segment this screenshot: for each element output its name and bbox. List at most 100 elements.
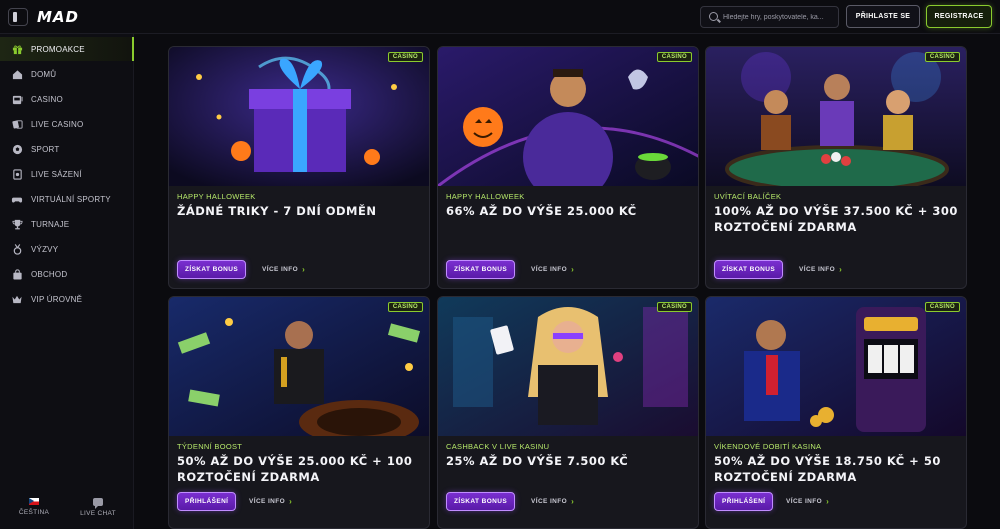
more-info-label: VÍCE INFO bbox=[531, 498, 568, 505]
language-selector[interactable]: ČEŠTINA bbox=[4, 498, 64, 516]
category-badge: CASINO bbox=[924, 52, 960, 62]
promo-subtitle: HAPPY HALLOWEEK bbox=[446, 192, 525, 201]
sidebar-item-label: LIVE SÁZENÍ bbox=[31, 169, 82, 179]
promo-image-roulette-man bbox=[169, 297, 429, 436]
shop-bag-icon bbox=[11, 268, 23, 280]
promo-subtitle: HAPPY HALLOWEEK bbox=[177, 192, 256, 201]
promo-image-slot-machine-man bbox=[706, 297, 966, 436]
sidebar-item-label: VIRTUÁLNÍ SPORTY bbox=[31, 194, 111, 204]
chevron-right-icon: › bbox=[839, 265, 843, 274]
promo-image-halloween-pumpkin bbox=[438, 47, 698, 186]
chevron-right-icon: › bbox=[302, 265, 306, 274]
promo-subtitle: TÝDENNÍ BOOST bbox=[177, 442, 243, 451]
sidebar-item-label: OBCHOD bbox=[31, 269, 68, 279]
sidebar-item-label: LIVE CASINO bbox=[31, 119, 84, 129]
more-info-label: VÍCE INFO bbox=[249, 498, 286, 505]
gamepad-icon bbox=[11, 194, 23, 205]
promo-title: 50% AŽ DO VÝŠE 25.000 KČ + 100 ROZTOČENÍ… bbox=[177, 454, 413, 484]
live-betting-icon bbox=[11, 168, 23, 180]
chevron-right-icon: › bbox=[571, 497, 575, 506]
sidebar-item-label: SPORT bbox=[31, 144, 60, 154]
more-info-label: VÍCE INFO bbox=[531, 266, 568, 273]
chevron-right-icon: › bbox=[571, 265, 575, 274]
home-icon bbox=[11, 69, 23, 80]
promo-card: CASINO UVÍTACÍ BALÍČEK 100% AŽ DO VÝŠE 3… bbox=[705, 46, 967, 289]
chevron-right-icon: › bbox=[289, 497, 293, 506]
more-info-link[interactable]: VÍCE INFO › bbox=[786, 492, 829, 511]
more-info-label: VÍCE INFO bbox=[262, 266, 299, 273]
sidebar-item-label: VIP ÚROVNĚ bbox=[31, 294, 83, 304]
sidebar-item-label: TURNAJE bbox=[31, 219, 70, 229]
sidebar-item-casino[interactable]: CASINO bbox=[0, 87, 134, 111]
sidebar-item-obchod[interactable]: OBCHOD bbox=[0, 262, 134, 286]
sidebar-toggle-icon[interactable] bbox=[8, 8, 28, 26]
search-box[interactable] bbox=[700, 6, 839, 28]
get-bonus-button[interactable]: ZÍSKAT BONUS bbox=[714, 260, 784, 279]
cards-icon bbox=[11, 119, 23, 130]
medal-icon bbox=[11, 243, 23, 255]
sidebar-item-label: VÝZVY bbox=[31, 244, 59, 254]
promo-card: CASINO CASHBACK V LIVE KASINU 25% AŽ DO … bbox=[437, 296, 699, 529]
promo-title: 66% AŽ DO VÝŠE 25.000 KČ bbox=[446, 204, 637, 218]
login-promo-button[interactable]: PŘIHLÁŠENÍ bbox=[177, 492, 237, 511]
sidebar: PROMOAKCE DOMŮ CASINO LIVE CASINO SPORT … bbox=[0, 34, 134, 529]
promo-card: CASINO HAPPY HALLOWEEK ŽÁDNÉ TRIKY - 7 D… bbox=[168, 46, 430, 289]
language-label: ČEŠTINA bbox=[18, 509, 50, 516]
soccer-ball-icon bbox=[11, 144, 23, 155]
top-bar: MAD PŘIHLASTE SE REGISTRACE bbox=[0, 0, 1000, 34]
promo-subtitle: CASHBACK V LIVE KASINU bbox=[446, 442, 550, 451]
crown-icon bbox=[11, 294, 23, 305]
promo-title: 100% AŽ DO VÝŠE 37.500 KČ + 300 ROZTOČEN… bbox=[714, 204, 958, 234]
get-bonus-button[interactable]: ZÍSKAT BONUS bbox=[446, 492, 516, 511]
login-promo-button[interactable]: PŘIHLÁŠENÍ bbox=[714, 492, 774, 511]
category-badge: CASINO bbox=[387, 52, 423, 62]
promo-card: CASINO HAPPY HALLOWEEK 66% AŽ DO VÝŠE 25… bbox=[437, 46, 699, 289]
promo-title: ŽÁDNÉ TRIKY - 7 DNÍ ODMĚN bbox=[177, 204, 377, 218]
more-info-link[interactable]: VÍCE INFO › bbox=[531, 260, 574, 279]
sidebar-item-vyzvy[interactable]: VÝZVY bbox=[0, 237, 134, 261]
search-input[interactable] bbox=[723, 10, 835, 25]
live-chat-label: LIVE CHAT bbox=[80, 510, 116, 517]
promo-image-live-casino-woman bbox=[438, 297, 698, 436]
more-info-label: VÍCE INFO bbox=[799, 266, 836, 273]
register-button[interactable]: REGISTRACE bbox=[926, 5, 992, 28]
sidebar-item-domu[interactable]: DOMŮ bbox=[0, 62, 134, 86]
sidebar-item-vip-urovne[interactable]: VIP ÚROVNĚ bbox=[0, 287, 134, 311]
promo-subtitle: UVÍTACÍ BALÍČEK bbox=[714, 192, 782, 201]
more-info-link[interactable]: VÍCE INFO › bbox=[799, 260, 842, 279]
chat-icon bbox=[93, 498, 103, 509]
search-icon bbox=[709, 12, 718, 21]
category-badge: CASINO bbox=[656, 52, 692, 62]
czech-flag-icon bbox=[29, 498, 39, 505]
more-info-link[interactable]: VÍCE INFO › bbox=[531, 492, 574, 511]
sidebar-item-promoakce[interactable]: PROMOAKCE bbox=[0, 37, 134, 61]
get-bonus-button[interactable]: ZÍSKAT BONUS bbox=[446, 260, 516, 279]
login-button[interactable]: PŘIHLASTE SE bbox=[846, 5, 920, 28]
sidebar-item-label: PROMOAKCE bbox=[31, 44, 85, 54]
live-chat-button[interactable]: LIVE CHAT bbox=[68, 498, 128, 517]
sidebar-item-virtualni-sporty[interactable]: VIRTUÁLNÍ SPORTY bbox=[0, 187, 134, 211]
promo-title: 25% AŽ DO VÝŠE 7.500 KČ bbox=[446, 454, 629, 468]
sidebar-item-label: DOMŮ bbox=[31, 69, 57, 79]
more-info-label: VÍCE INFO bbox=[786, 498, 823, 505]
gift-icon bbox=[11, 44, 23, 55]
sidebar-item-live-sazeni[interactable]: LIVE SÁZENÍ bbox=[0, 162, 134, 186]
slot-machine-icon bbox=[11, 94, 23, 105]
promo-card: CASINO VÍKENDOVÉ DOBITÍ KASINA 50% AŽ DO… bbox=[705, 296, 967, 529]
category-badge: CASINO bbox=[387, 302, 423, 312]
promo-image-poker-table bbox=[706, 47, 966, 186]
get-bonus-button[interactable]: ZÍSKAT BONUS bbox=[177, 260, 247, 279]
promo-card: CASINO TÝDENNÍ BOOST 50% AŽ DO VÝŠE 25.0… bbox=[168, 296, 430, 529]
promo-image-halloween-gift bbox=[169, 47, 429, 186]
category-badge: CASINO bbox=[924, 302, 960, 312]
more-info-link[interactable]: VÍCE INFO › bbox=[262, 260, 305, 279]
sidebar-item-sport[interactable]: SPORT bbox=[0, 137, 134, 161]
promo-subtitle: VÍKENDOVÉ DOBITÍ KASINA bbox=[714, 442, 822, 451]
site-logo[interactable]: MAD bbox=[37, 8, 79, 26]
promotions-grid: CASINO HAPPY HALLOWEEK ŽÁDNÉ TRIKY - 7 D… bbox=[134, 34, 1000, 529]
sidebar-item-turnaje[interactable]: TURNAJE bbox=[0, 212, 134, 236]
sidebar-item-live-casino[interactable]: LIVE CASINO bbox=[0, 112, 134, 136]
chevron-right-icon: › bbox=[826, 497, 830, 506]
sidebar-item-label: CASINO bbox=[31, 94, 63, 104]
more-info-link[interactable]: VÍCE INFO › bbox=[249, 492, 292, 511]
